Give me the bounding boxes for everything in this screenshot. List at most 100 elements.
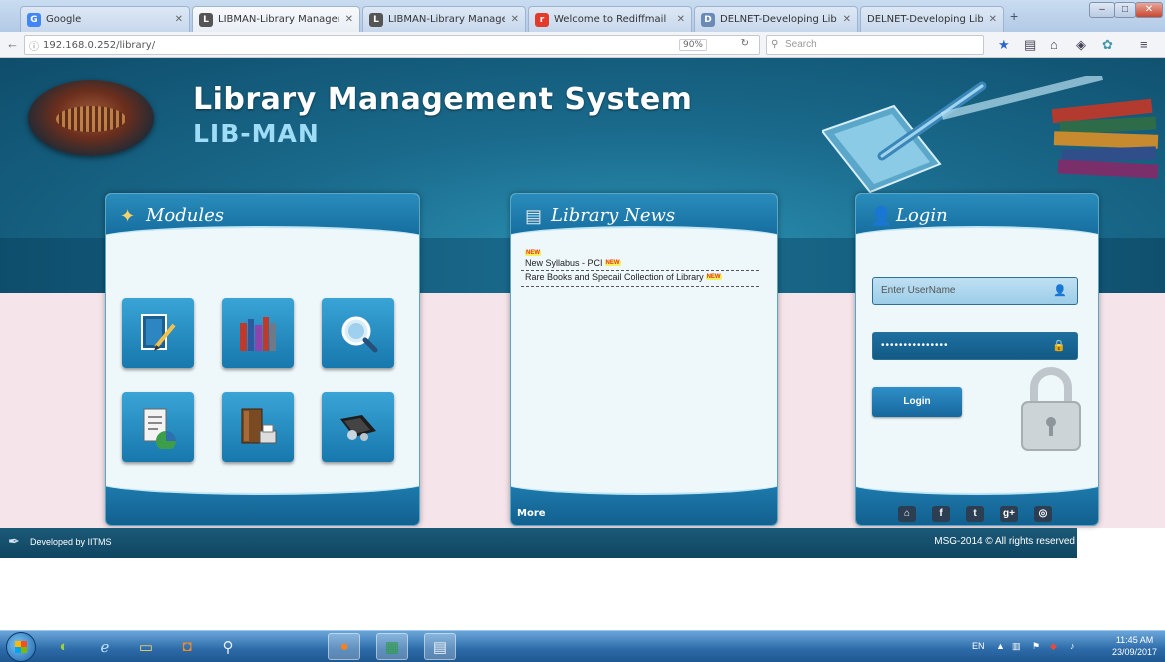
delnet-favicon-icon: D [701, 12, 715, 27]
start-button[interactable] [6, 632, 36, 662]
login-title: Login [896, 205, 948, 226]
info-icon[interactable]: ⓘ [29, 38, 39, 53]
tab-google[interactable]: G Google ✕ [20, 6, 190, 32]
notepad-icon[interactable]: ▤ [424, 633, 456, 660]
file-explorer-icon[interactable]: ▭ [130, 633, 162, 660]
magnifier-icon [341, 316, 378, 353]
maximize-button[interactable]: □ [1114, 2, 1136, 18]
news-item[interactable]: New Syllabus - PCI NEW [525, 258, 621, 268]
facebook-icon[interactable]: f [932, 506, 950, 522]
close-tab-icon[interactable]: ✕ [511, 14, 519, 25]
browser-nav-bar: ← ⓘ 192.168.0.252/library/ 90% ↻ ⚲ Searc… [0, 32, 1165, 58]
user-field-icon: 👤 [1053, 285, 1067, 297]
tab-libman[interactable]: L LIBMAN-Library Managem ✕ [362, 6, 526, 32]
search-input[interactable]: ⚲ Search [766, 35, 984, 55]
back-arrow-icon[interactable]: ← [6, 36, 19, 51]
padlock-illustration-icon [1021, 367, 1081, 451]
bookmark-star-icon[interactable]: ★ [998, 37, 1010, 53]
modules-puzzle-icon: ✦ [120, 206, 136, 226]
developed-by-text: Developed by IITMS [30, 537, 112, 547]
login-button[interactable]: Login [872, 387, 962, 417]
twitter-icon[interactable]: t [966, 506, 984, 522]
new-badge: NEW [604, 260, 621, 266]
network-icon[interactable]: ▥ [1012, 641, 1021, 652]
search-placeholder: Search [785, 39, 817, 50]
clock-date: 23/09/2017 [1112, 647, 1158, 657]
book-printer-icon [241, 408, 277, 444]
module-reports-button[interactable] [122, 392, 194, 462]
tab-delnet[interactable]: D DELNET-Developing Libra ✕ [694, 6, 858, 32]
tab-delnet-2[interactable]: DELNET-Developing Library N ✕ [860, 6, 1004, 32]
close-tab-icon[interactable]: ✕ [345, 14, 353, 25]
system-clock[interactable]: 11:45 AM 23/09/2017 [1112, 634, 1157, 658]
pocket-icon[interactable]: ◈ [1076, 37, 1086, 53]
volume-icon[interactable]: ♪ [1070, 641, 1075, 651]
username-field[interactable]: Enter UserName 👤 [872, 277, 1078, 305]
login-panel: 👤 Login Enter UserName 👤 •••••••••••••••… [855, 193, 1099, 526]
tab-rediffmail[interactable]: r Welcome to Rediffmail ✕ [528, 6, 692, 32]
libman-favicon-icon: L [369, 12, 383, 27]
module-search-button[interactable] [322, 298, 394, 368]
report-chart-icon [143, 408, 176, 449]
windows-taskbar: ◐ ℯ ▭ ◘ ⚲ ● ▦ ▤ EN ▲ ▥ ⚑ ◆ ♪ 11:45 AM 23… [0, 630, 1165, 662]
library-logo-icon [28, 80, 154, 156]
copyright-text: MSG-2014 © All rights reserved [934, 536, 1075, 547]
module-cataloguing-button[interactable] [122, 298, 194, 368]
tab-title: Welcome to Rediffmail [554, 14, 667, 25]
minimize-button[interactable]: ‒ [1089, 2, 1115, 18]
reload-icon[interactable]: ↻ [741, 38, 749, 49]
antivirus-icon[interactable]: ◆ [1050, 641, 1057, 652]
module-circulation-button[interactable] [322, 392, 394, 462]
internet-explorer-icon[interactable]: ℯ [89, 633, 121, 660]
tray-expand-icon[interactable]: ▲ [996, 641, 1005, 651]
home-social-icon[interactable]: ⌂ [898, 506, 916, 522]
google-plus-icon[interactable]: g+ [1000, 506, 1018, 522]
modules-panel: ✦ Modules [105, 193, 420, 526]
modules-title: Modules [146, 205, 225, 226]
browser-tab-bar: G Google ✕ L LIBMAN-Library Managem ✕ L … [0, 0, 1165, 32]
search-icon: ⚲ [771, 39, 779, 50]
password-field[interactable]: ••••••••••••••• 🔒 [872, 332, 1078, 360]
tab-libman-active[interactable]: L LIBMAN-Library Managem ✕ [192, 6, 360, 32]
page-footer: ✒ Developed by IITMS MSG-2014 © All righ… [0, 528, 1077, 558]
tab-title: Google [46, 14, 82, 25]
modules-panel-footer [106, 469, 419, 525]
close-window-button[interactable]: ✕ [1135, 2, 1163, 18]
news-divider [521, 286, 759, 287]
flag-icon[interactable]: ⚑ [1032, 641, 1040, 652]
books-tablet-illustration-icon [822, 76, 1159, 194]
close-tab-icon[interactable]: ✕ [843, 14, 851, 25]
firefox-icon[interactable]: ● [328, 633, 360, 660]
excel-icon[interactable]: ▦ [376, 633, 408, 660]
module-documents-button[interactable] [222, 392, 294, 462]
quill-icon: ✒ [8, 533, 20, 549]
close-tab-icon[interactable]: ✕ [677, 14, 685, 25]
office-app-icon[interactable]: ◘ [171, 633, 203, 660]
page-title: Library Management System [193, 82, 693, 117]
books-stack-icon [240, 317, 276, 351]
module-books-button[interactable] [222, 298, 294, 368]
news-title: Library News [551, 205, 676, 226]
home-icon[interactable]: ⌂ [1050, 37, 1058, 52]
rediffmail-favicon-icon: r [535, 12, 549, 27]
libman-favicon-icon: L [199, 12, 213, 27]
more-link[interactable]: More [517, 508, 546, 519]
news-panel-footer [511, 469, 777, 525]
new-badge: NEW [705, 274, 722, 280]
newspaper-icon: ▤ [525, 206, 543, 226]
addon-icon[interactable]: ✿ [1102, 37, 1113, 53]
news-panel: ▤ Library News NEW New Syllabus - PCI NEW… [510, 193, 778, 526]
close-tab-icon[interactable]: ✕ [989, 14, 997, 25]
search-app-icon[interactable]: ⚲ [212, 633, 244, 660]
language-indicator[interactable]: EN [972, 641, 985, 651]
zoom-indicator[interactable]: 90% [678, 39, 707, 51]
flickr-icon[interactable]: ◎ [1034, 506, 1052, 522]
reading-list-icon[interactable]: ▤ [1024, 37, 1036, 53]
media-player-icon[interactable]: ◐ [48, 633, 80, 660]
tab-title: DELNET-Developing Libra [720, 14, 837, 25]
close-tab-icon[interactable]: ✕ [175, 14, 183, 25]
menu-icon[interactable]: ≡ [1140, 37, 1148, 52]
address-bar[interactable]: ⓘ 192.168.0.252/library/ 90% ↻ [24, 35, 760, 55]
new-tab-button[interactable]: + [1010, 8, 1018, 24]
news-item[interactable]: Rare Books and Specail Collection of Lib… [525, 272, 722, 282]
